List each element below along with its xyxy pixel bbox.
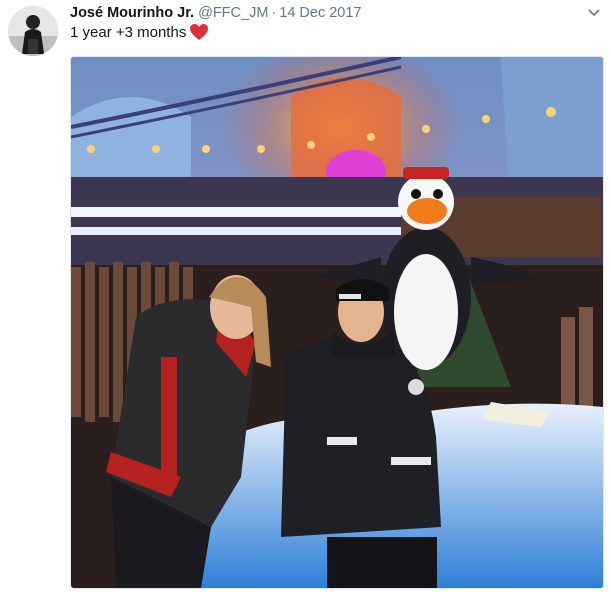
tweet-photo[interactable] <box>70 56 604 589</box>
tweet-header: José Mourinho Jr. @FFC_JM · 14 Dec 2017 <box>70 4 581 24</box>
user-handle[interactable]: @FFC_JM <box>198 5 268 21</box>
chevron-down-icon[interactable] <box>587 6 601 18</box>
separator-dot: · <box>271 5 277 21</box>
tweet: José Mourinho Jr. @FFC_JM · 14 Dec 2017 1 y… <box>0 0 611 592</box>
timestamp[interactable]: 14 Dec 2017 <box>279 5 361 21</box>
tweet-text-content: 1 year +3 months <box>70 24 187 41</box>
red-heart-icon <box>190 24 209 45</box>
display-name[interactable]: José Mourinho Jr. <box>70 5 194 21</box>
avatar-photo <box>8 6 58 56</box>
photo-scene <box>71 57 603 588</box>
avatar[interactable] <box>8 6 58 56</box>
tweet-text: 1 year +3 months <box>70 24 209 45</box>
